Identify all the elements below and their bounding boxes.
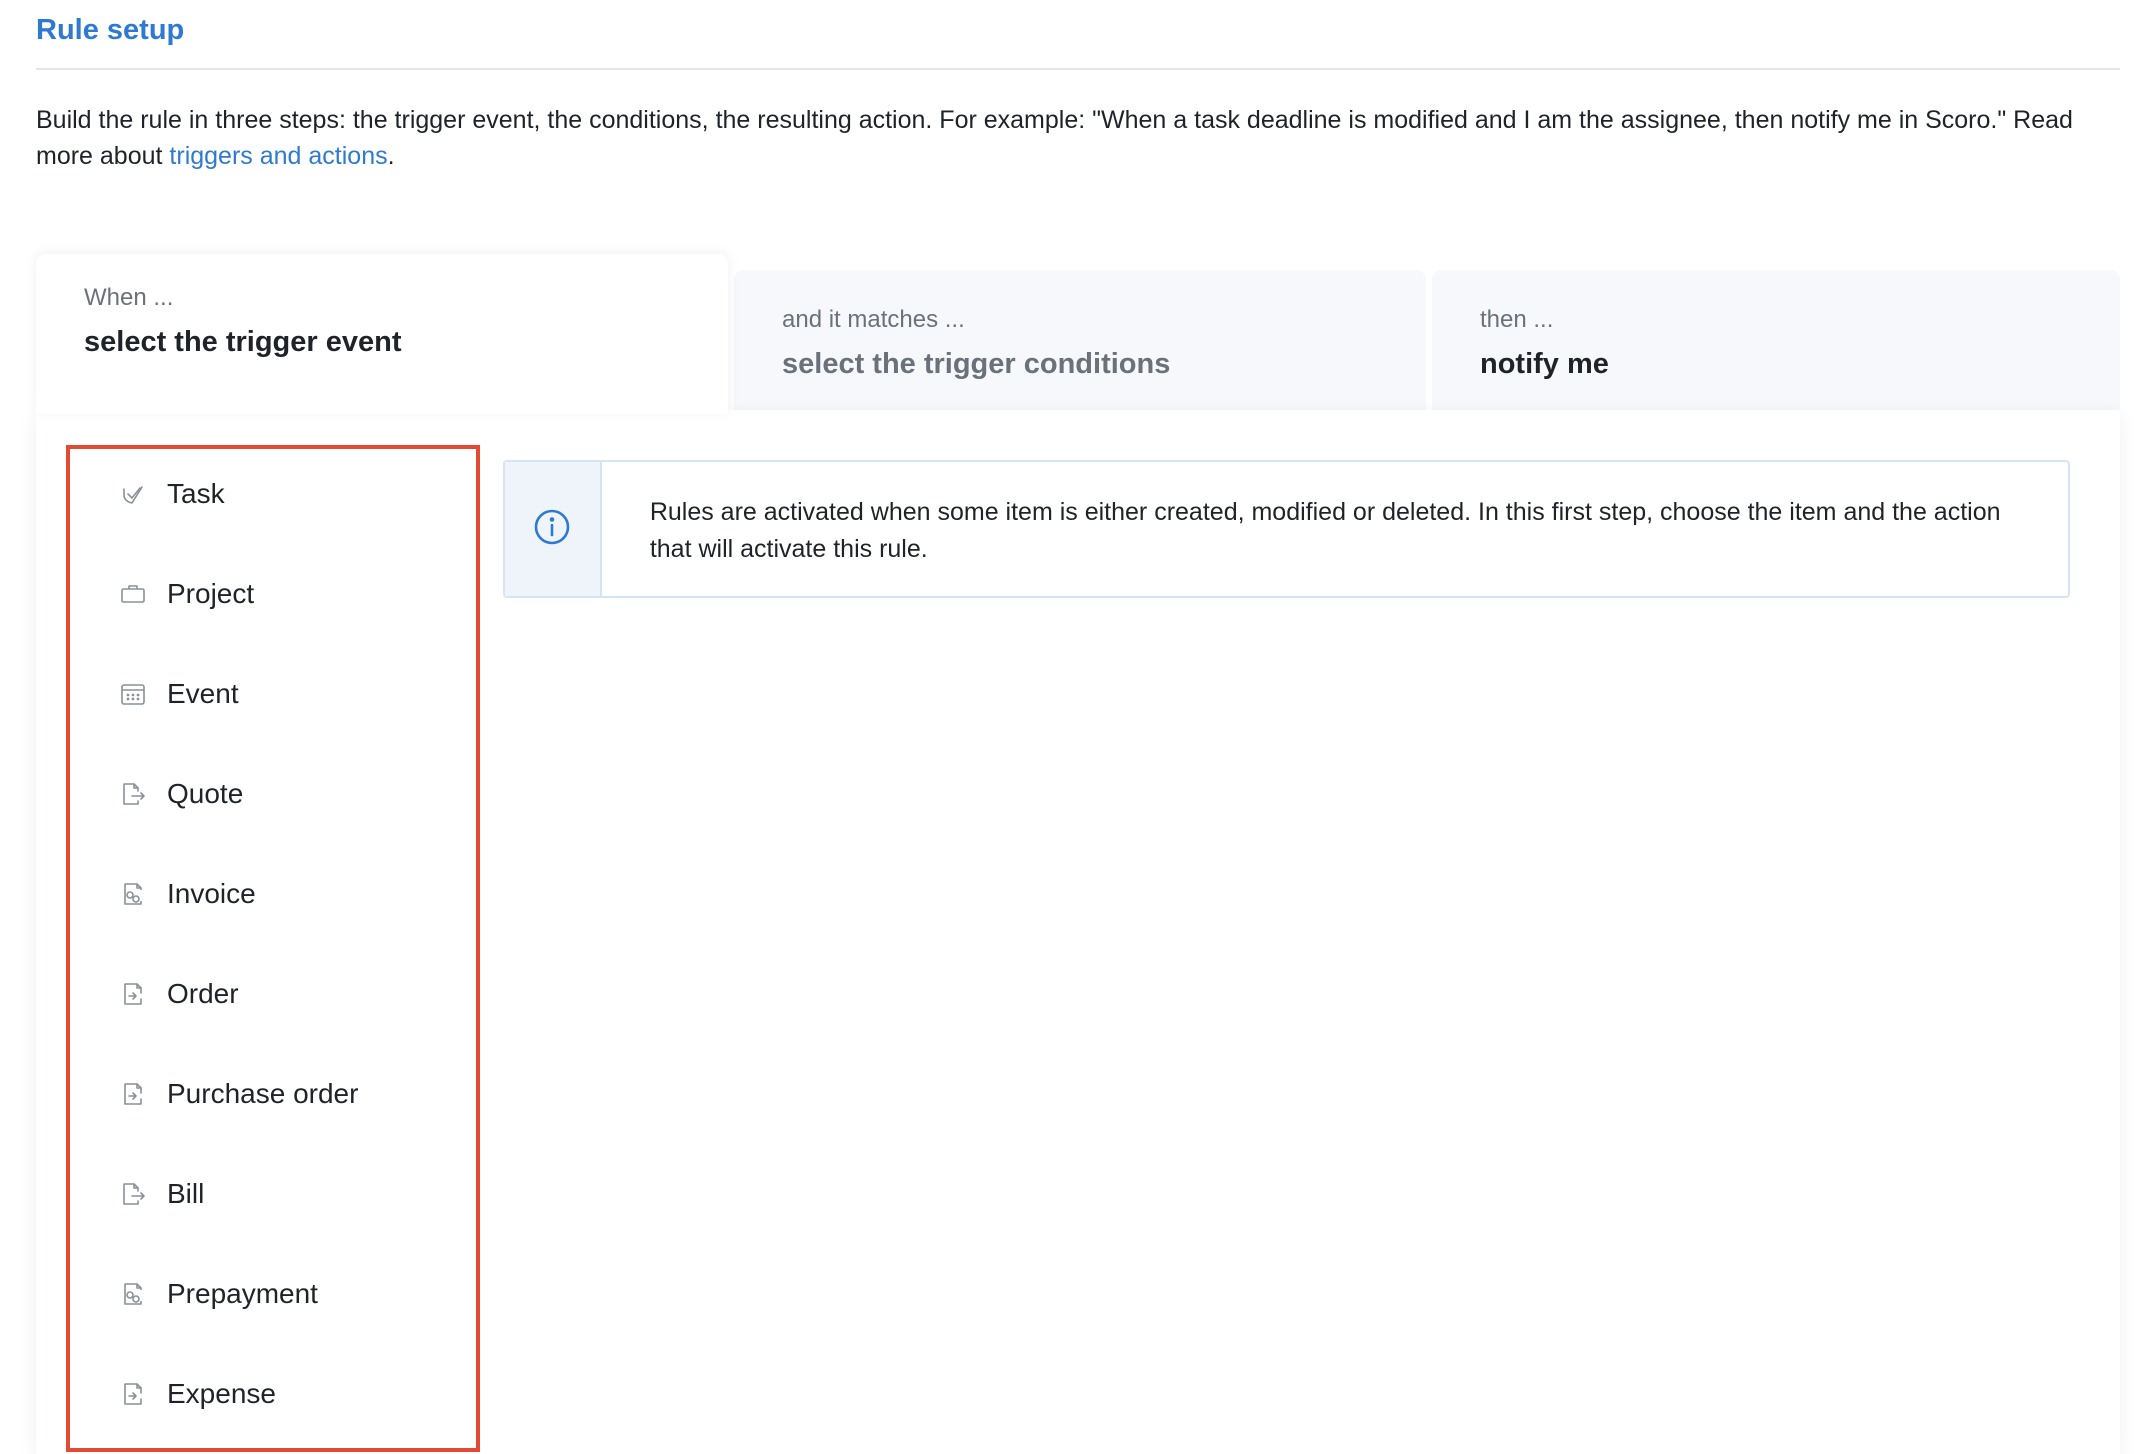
document-coins-icon [120, 1281, 146, 1307]
item-label: Quote [167, 778, 244, 809]
item-label: Prepayment [167, 1278, 318, 1309]
step-action[interactable]: then ... notify me [1432, 270, 2120, 410]
item-project[interactable]: Project [120, 564, 460, 624]
item-label: Project [167, 578, 255, 609]
item-type-list: Task Project Event Quote Invoice Order P… [66, 445, 480, 1452]
description-text-after: . [387, 142, 395, 170]
item-label: Purchase order [167, 1078, 359, 1109]
step-value: notify me [1480, 348, 1609, 380]
step-value: select the trigger event [84, 326, 402, 358]
header-divider [36, 68, 2120, 70]
step-trigger-event[interactable]: When ... select the trigger event [36, 254, 728, 414]
section-title: Rule setup [36, 14, 185, 46]
item-label: Invoice [167, 878, 256, 909]
rule-setup-page: Rule setup Build the rule in three steps… [0, 0, 2150, 1454]
item-purchase-order[interactable]: Purchase order [120, 1064, 460, 1124]
rule-steps: When ... select the trigger event and it… [36, 254, 2120, 414]
item-expense[interactable]: Expense [120, 1364, 460, 1424]
triggers-and-actions-link[interactable]: triggers and actions [169, 142, 387, 170]
document-arrow-icon [120, 781, 146, 807]
item-label: Task [167, 478, 225, 509]
info-icon [533, 508, 571, 551]
item-label: Order [167, 978, 239, 1009]
item-label: Expense [167, 1378, 276, 1409]
document-arrow-icon [120, 1181, 146, 1207]
item-prepayment[interactable]: Prepayment [120, 1264, 460, 1324]
document-export-icon [120, 1081, 146, 1107]
item-invoice[interactable]: Invoice [120, 864, 460, 924]
calendar-icon [120, 681, 146, 707]
item-event[interactable]: Event [120, 664, 460, 724]
description-text: Build the rule in three steps: the trigg… [36, 102, 2126, 174]
step-caption: When ... [84, 284, 174, 311]
step-trigger-conditions[interactable]: and it matches ... select the trigger co… [734, 270, 1426, 410]
info-box: Rules are activated when some item is ei… [503, 460, 2070, 598]
document-coins-icon [120, 881, 146, 907]
trigger-event-panel: Task Project Event Quote Invoice Order P… [36, 410, 2120, 1454]
task-check-icon [120, 481, 146, 507]
step-caption: and it matches ... [782, 306, 965, 333]
item-task[interactable]: Task [120, 464, 460, 524]
item-quote[interactable]: Quote [120, 764, 460, 824]
document-export-icon [120, 1381, 146, 1407]
item-order[interactable]: Order [120, 964, 460, 1024]
step-value: select the trigger conditions [782, 348, 1171, 380]
briefcase-icon [120, 581, 146, 607]
item-label: Event [167, 678, 239, 709]
info-icon-cell [505, 462, 602, 596]
document-export-icon [120, 981, 146, 1007]
item-label: Bill [167, 1178, 205, 1209]
item-bill[interactable]: Bill [120, 1164, 460, 1224]
info-text: Rules are activated when some item is ei… [649, 498, 2001, 563]
step-caption: then ... [1480, 306, 1554, 333]
